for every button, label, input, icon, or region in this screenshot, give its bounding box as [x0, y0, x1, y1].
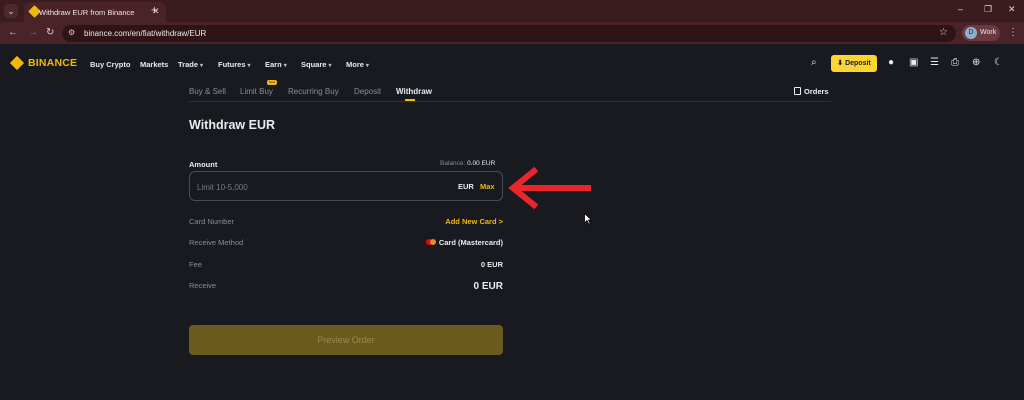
- download-app-icon[interactable]: ⎙: [951, 58, 959, 68]
- nav-buy-crypto[interactable]: Buy Crypto: [90, 60, 130, 69]
- chevron-down-icon: ▾: [365, 63, 369, 69]
- search-icon[interactable]: ⌕: [811, 58, 817, 68]
- address-bar[interactable]: ⚙ binance.com/en/fiat/withdraw/EUR ☆: [62, 25, 956, 42]
- reload-icon[interactable]: ↻: [46, 27, 54, 38]
- orders-icon: [794, 87, 801, 95]
- minimize-icon[interactable]: –: [958, 4, 963, 14]
- mouse-cursor-icon: [584, 213, 592, 225]
- browser-tab[interactable]: Withdraw EUR from Binance ✕: [24, 2, 166, 22]
- chevron-down-icon: ▾: [200, 63, 204, 69]
- fee-label: Fee: [189, 260, 202, 269]
- wallet-icon[interactable]: ▣: [909, 58, 918, 68]
- balance-label: Balance:: [440, 160, 466, 167]
- new-tab-button[interactable]: +: [151, 3, 158, 17]
- chrome-menu-icon[interactable]: ⋮: [1008, 27, 1018, 38]
- receive-label: Receive: [189, 281, 217, 290]
- nav-markets[interactable]: Markets: [140, 60, 168, 69]
- tab-limit-buy[interactable]: Limit Buy: [240, 87, 273, 96]
- site-header: BINANCE Buy Crypto Markets Trade ▾ Future…: [0, 44, 1024, 82]
- download-icon: ⬇: [837, 60, 846, 67]
- active-tab-underline: [405, 99, 415, 101]
- back-icon[interactable]: ←: [8, 27, 18, 38]
- profile-label: Work: [980, 29, 997, 36]
- nav-earn-label: Earn: [265, 60, 282, 69]
- nav-trade-label: Trade: [178, 60, 199, 69]
- fiat-subnav: Buy & Sell Limit Buy New Recurring Buy D…: [189, 80, 831, 102]
- nav-square[interactable]: Square ▾: [301, 60, 331, 69]
- nav-more-label: More: [346, 60, 364, 69]
- orders-link[interactable]: Orders: [794, 87, 829, 96]
- add-new-card-link[interactable]: Add New Card >: [445, 217, 503, 226]
- profile-button[interactable]: D Work: [962, 25, 1000, 41]
- amount-label: Amount: [189, 160, 218, 169]
- annotation-arrow-icon: [508, 166, 591, 210]
- new-badge: New: [267, 80, 277, 85]
- amount-input-box[interactable]: EUR Max: [189, 171, 503, 201]
- receive-value: 0 EUR: [473, 281, 503, 292]
- browser-tabstrip: ⌄ Withdraw EUR from Binance ✕ + – ❐ ✕: [0, 0, 1024, 22]
- url-text[interactable]: binance.com/en/fiat/withdraw/EUR: [84, 29, 206, 38]
- receive-method-value[interactable]: Card (Mastercard): [425, 238, 503, 247]
- tab-search-button[interactable]: ⌄: [4, 4, 18, 18]
- max-button[interactable]: Max: [480, 182, 495, 191]
- restore-icon[interactable]: ❐: [984, 4, 992, 15]
- deposit-button[interactable]: ⬇ Deposit: [831, 55, 877, 72]
- tab-title: Withdraw EUR from Binance: [39, 8, 135, 17]
- dark-mode-moon-icon[interactable]: ☾: [994, 58, 1003, 68]
- user-icon[interactable]: ●: [888, 58, 894, 68]
- mastercard-icon: [425, 239, 436, 245]
- orders-label: Orders: [804, 87, 829, 96]
- logo-text: BINANCE: [28, 57, 78, 69]
- nav-earn[interactable]: Earn ▾: [265, 60, 287, 69]
- browser-toolbar: ← → ↻ ⚙ binance.com/en/fiat/withdraw/EUR…: [0, 22, 1024, 44]
- chevron-down-icon: ▾: [247, 63, 251, 69]
- page-title: Withdraw EUR: [189, 118, 275, 132]
- nav-square-label: Square: [301, 60, 327, 69]
- bookmark-star-icon[interactable]: ☆: [939, 27, 948, 38]
- amount-input[interactable]: [197, 180, 437, 194]
- deposit-label: Deposit: [845, 60, 871, 67]
- binance-logo-icon: [9, 55, 25, 71]
- balance-text: Balance: 0.00 EUR: [440, 160, 495, 167]
- chevron-down-icon: ▾: [328, 63, 332, 69]
- tab-withdraw[interactable]: Withdraw: [396, 87, 432, 96]
- preview-order-button[interactable]: Preview Order: [189, 325, 503, 355]
- chevron-down-icon: ▾: [283, 63, 287, 69]
- profile-avatar: D: [965, 27, 977, 39]
- window-close-icon[interactable]: ✕: [1008, 4, 1016, 15]
- site-info-icon[interactable]: ⚙: [68, 28, 75, 37]
- nav-futures-label: Futures: [218, 60, 246, 69]
- currency-label: EUR: [458, 182, 474, 191]
- nav-futures[interactable]: Futures ▾: [218, 60, 251, 69]
- forward-icon[interactable]: →: [28, 27, 38, 38]
- tab-deposit[interactable]: Deposit: [354, 87, 381, 96]
- tab-recurring-buy[interactable]: Recurring Buy: [288, 87, 339, 96]
- receive-method-label: Receive Method: [189, 238, 244, 247]
- nav-more[interactable]: More ▾: [346, 60, 369, 69]
- tab-buy-sell[interactable]: Buy & Sell: [189, 87, 226, 96]
- nav-trade[interactable]: Trade ▾: [178, 60, 203, 69]
- fee-value: 0 EUR: [480, 260, 503, 269]
- card-number-label: Card Number: [189, 217, 235, 226]
- messages-icon[interactable]: ☰: [930, 58, 939, 68]
- language-globe-icon[interactable]: ⊕: [972, 58, 980, 68]
- balance-value: 0.00 EUR: [467, 160, 496, 167]
- receive-method-text: Card (Mastercard): [438, 238, 503, 247]
